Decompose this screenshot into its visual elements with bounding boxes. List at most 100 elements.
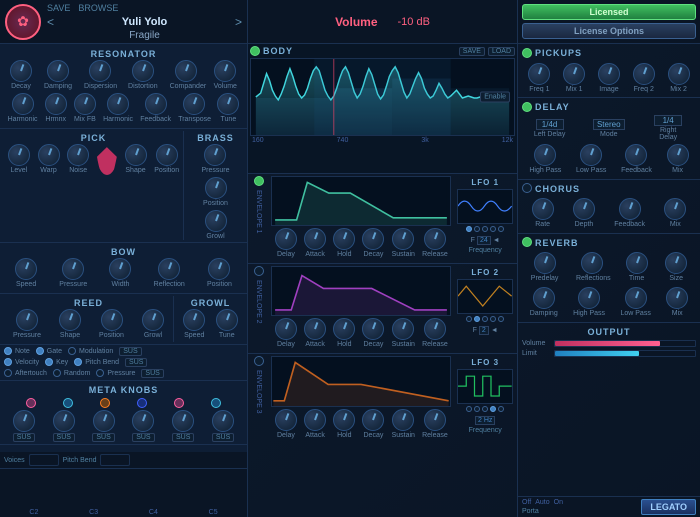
highpass-delay-knob[interactable] — [534, 144, 556, 166]
sus-btn-2[interactable]: SUS — [125, 358, 147, 367]
mix2-knob[interactable] — [668, 63, 690, 85]
mod-gate-dot[interactable] — [36, 347, 44, 355]
lfo1-dot-4[interactable] — [490, 226, 496, 232]
mod-pitchbend-dot[interactable] — [74, 358, 82, 366]
env1-power-dot[interactable] — [254, 176, 264, 186]
reverb-power-dot[interactable] — [522, 237, 532, 247]
position-pick-knob[interactable] — [156, 144, 178, 166]
release-env3-knob[interactable] — [424, 409, 446, 431]
next-button[interactable]: > — [235, 15, 242, 29]
attack-env2-knob[interactable] — [304, 318, 326, 340]
growl-reed-knob[interactable] — [142, 309, 164, 331]
transpose-knob[interactable] — [183, 93, 205, 115]
decay-knob[interactable] — [10, 60, 32, 82]
mod-modulation-dot[interactable] — [68, 347, 76, 355]
meta-dot-2[interactable] — [63, 398, 73, 408]
meta-knob-ctrl-3[interactable] — [93, 410, 115, 432]
mix-chorus-knob[interactable] — [664, 198, 686, 220]
meta-knob-ctrl-6[interactable] — [212, 410, 234, 432]
meta-sus-4[interactable]: SUS — [132, 433, 154, 442]
env3-power-dot[interactable] — [254, 356, 264, 366]
right-delay-value[interactable]: 1/4 — [654, 115, 682, 126]
browse-label[interactable]: BROWSE — [78, 3, 118, 13]
volume-bar-track[interactable] — [554, 340, 696, 347]
lfo3-dot-2[interactable] — [474, 406, 480, 412]
lfo3-dot-1[interactable] — [466, 406, 472, 412]
lfo2-freq-value[interactable]: 2 — [479, 326, 489, 335]
highpass-reverb-knob[interactable] — [578, 287, 600, 309]
noise-knob[interactable] — [67, 144, 89, 166]
limit-bar-track[interactable] — [554, 350, 696, 357]
left-delay-value[interactable]: 1/4d — [536, 119, 564, 130]
size-reverb-knob[interactable] — [665, 252, 687, 274]
rate-chorus-knob[interactable] — [532, 198, 554, 220]
env2-power-dot[interactable] — [254, 266, 264, 276]
lfo3-freq-value[interactable]: 2 Hz — [475, 416, 495, 425]
decay-env3-knob[interactable] — [362, 409, 384, 431]
position-reed-knob[interactable] — [101, 309, 123, 331]
meta-sus-6[interactable]: SUS — [212, 433, 234, 442]
damping-reverb-knob[interactable] — [533, 287, 555, 309]
meta-knob-ctrl-2[interactable] — [53, 410, 75, 432]
width-bow-knob[interactable] — [109, 258, 131, 280]
body-load-button[interactable]: LOAD — [488, 47, 515, 56]
shape-knob[interactable] — [125, 144, 147, 166]
meta-sus-2[interactable]: SUS — [53, 433, 75, 442]
lfo2-dot-3[interactable] — [482, 316, 488, 322]
meta-knob-ctrl-1[interactable] — [13, 410, 35, 432]
mod-note-dot[interactable] — [4, 347, 12, 355]
decay-env1-knob[interactable] — [362, 228, 384, 250]
auto-label[interactable]: Auto — [535, 499, 549, 506]
mix-reverb-knob[interactable] — [666, 287, 688, 309]
lfo1-dot-1[interactable] — [466, 226, 472, 232]
sustain-env2-knob[interactable] — [392, 318, 414, 340]
licensed-button[interactable]: Licensed — [522, 4, 696, 20]
predelay-reverb-knob[interactable] — [534, 252, 556, 274]
mod-velocity-dot[interactable] — [4, 358, 12, 366]
meta-knob-ctrl-5[interactable] — [172, 410, 194, 432]
depth-chorus-knob[interactable] — [573, 198, 595, 220]
lfo2-nav-left[interactable]: ◄ — [491, 327, 498, 334]
harmonic2-knob[interactable] — [107, 93, 129, 115]
lfo3-dot-5[interactable] — [498, 406, 504, 412]
compander-knob[interactable] — [175, 60, 197, 82]
chorus-power-dot[interactable] — [522, 183, 532, 193]
pickups-power-dot[interactable] — [522, 48, 532, 58]
meta-knob-ctrl-4[interactable] — [132, 410, 154, 432]
mod-aftertouch-dot[interactable] — [4, 369, 12, 377]
release-env1-knob[interactable] — [424, 228, 446, 250]
meta-dot-5[interactable] — [174, 398, 184, 408]
feedback-delay-knob[interactable] — [625, 144, 647, 166]
sus-btn-3[interactable]: SUS — [141, 369, 163, 378]
lfo2-dot-1[interactable] — [466, 316, 472, 322]
hold-env3-knob[interactable] — [333, 409, 355, 431]
lfo1-dot-3[interactable] — [482, 226, 488, 232]
feedback-chorus-knob[interactable] — [619, 198, 641, 220]
image-knob[interactable] — [598, 63, 620, 85]
volume-resonator-knob[interactable] — [214, 60, 236, 82]
sustain-env3-knob[interactable] — [392, 409, 414, 431]
meta-sus-5[interactable]: SUS — [172, 433, 194, 442]
delay-power-dot[interactable] — [522, 102, 532, 112]
lowpass-reverb-knob[interactable] — [625, 287, 647, 309]
pressure-reed-knob[interactable] — [16, 309, 38, 331]
freq2-knob[interactable] — [633, 63, 655, 85]
dispersion-knob[interactable] — [89, 60, 111, 82]
hold-env1-knob[interactable] — [333, 228, 355, 250]
enable-button[interactable]: Enable — [480, 92, 510, 103]
meta-dot-6[interactable] — [211, 398, 221, 408]
delay-env3-knob[interactable] — [275, 409, 297, 431]
attack-env1-knob[interactable] — [304, 228, 326, 250]
hrmnx-knob[interactable] — [45, 93, 67, 115]
time-reverb-knob[interactable] — [626, 252, 648, 274]
lfo3-dot-3[interactable] — [482, 406, 488, 412]
lfo2-dot-4[interactable] — [490, 316, 496, 322]
mix-delay-knob[interactable] — [667, 144, 689, 166]
body-save-button[interactable]: SAVE — [459, 47, 485, 56]
distortion-knob[interactable] — [132, 60, 154, 82]
save-label[interactable]: SAVE — [47, 3, 70, 13]
feedback-knob[interactable] — [145, 93, 167, 115]
damping-knob[interactable] — [47, 60, 69, 82]
position-brass-knob[interactable] — [205, 177, 227, 199]
mixfb-knob[interactable] — [74, 93, 96, 115]
